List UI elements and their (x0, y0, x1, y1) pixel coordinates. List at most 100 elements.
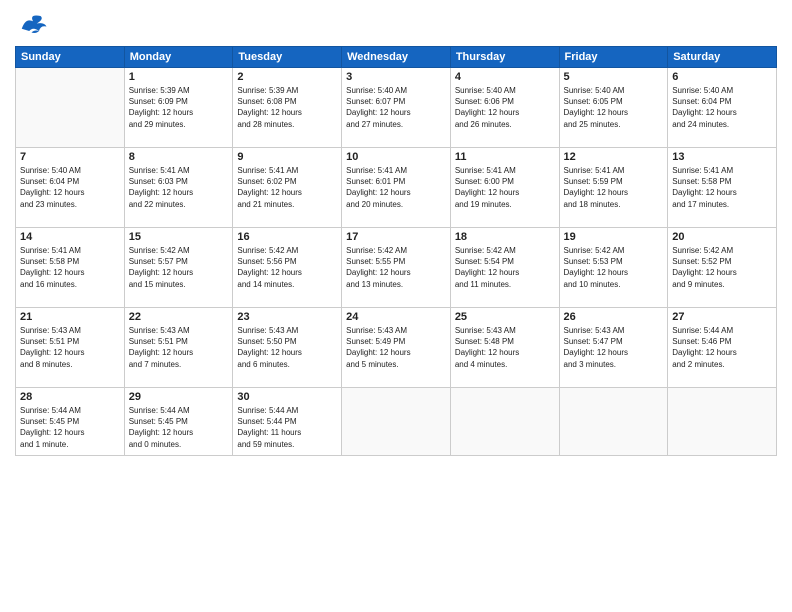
day-info: Sunrise: 5:41 AM Sunset: 6:01 PM Dayligh… (346, 165, 446, 210)
calendar-cell: 30Sunrise: 5:44 AM Sunset: 5:44 PM Dayli… (233, 388, 342, 456)
calendar-cell: 17 Sunrise: 5:42 AM Sunset: 5:55 PM Dayli… (342, 228, 451, 308)
day-info: Sunrise: 5:40 AM Sunset: 6:05 PM Dayligh… (564, 85, 664, 130)
day-info: Sunrise: 5:41 AM Sunset: 5:58 PM Dayligh… (20, 245, 120, 290)
day-number: 28 (20, 391, 120, 403)
day-number: 27 (672, 311, 772, 323)
calendar-cell: 2Sunrise: 5:39 AM Sunset: 6:08 PM Daylig… (233, 68, 342, 148)
day-number: 24 (346, 311, 446, 323)
week-row-3: 14 Sunrise: 5:41 AM Sunset: 5:58 PM Dayli… (16, 228, 777, 308)
day-number: 23 (237, 311, 337, 323)
day-info: Sunrise: 5:39 AM Sunset: 6:09 PM Dayligh… (129, 85, 229, 130)
day-number: 18 (455, 231, 555, 243)
day-number: 12 (564, 151, 664, 163)
logo-bird-icon (18, 10, 48, 40)
calendar-cell: 9 Sunrise: 5:41 AM Sunset: 6:02 PM Daylig… (233, 148, 342, 228)
calendar-cell: 18 Sunrise: 5:42 AM Sunset: 5:54 PM Dayli… (450, 228, 559, 308)
day-info: Sunrise: 5:44 AM Sunset: 5:45 PM Dayligh… (129, 405, 229, 450)
day-info: Sunrise: 5:42 AM Sunset: 5:55 PM Dayligh… (346, 245, 446, 290)
day-info: Sunrise: 5:41 AM Sunset: 5:58 PM Dayligh… (672, 165, 772, 210)
day-info: Sunrise: 5:43 AM Sunset: 5:49 PM Dayligh… (346, 325, 446, 370)
day-number: 14 (20, 231, 120, 243)
day-number: 3 (346, 71, 446, 83)
weekday-header-friday: Friday (559, 47, 668, 68)
day-info: Sunrise: 5:40 AM Sunset: 6:07 PM Dayligh… (346, 85, 446, 130)
calendar-cell: 6Sunrise: 5:40 AM Sunset: 6:04 PM Daylig… (668, 68, 777, 148)
day-info: Sunrise: 5:43 AM Sunset: 5:50 PM Dayligh… (237, 325, 337, 370)
day-number: 5 (564, 71, 664, 83)
calendar-cell: 26 Sunrise: 5:43 AM Sunset: 5:47 PM Dayli… (559, 308, 668, 388)
calendar-cell: 11 Sunrise: 5:41 AM Sunset: 6:00 PM Dayli… (450, 148, 559, 228)
calendar-cell (559, 388, 668, 456)
calendar-cell: 21Sunrise: 5:43 AM Sunset: 5:51 PM Dayli… (16, 308, 125, 388)
page: SundayMondayTuesdayWednesdayThursdayFrid… (0, 0, 792, 612)
day-info: Sunrise: 5:43 AM Sunset: 5:47 PM Dayligh… (564, 325, 664, 370)
day-number: 10 (346, 151, 446, 163)
weekday-header-row: SundayMondayTuesdayWednesdayThursdayFrid… (16, 47, 777, 68)
day-number: 7 (20, 151, 120, 163)
calendar-cell (450, 388, 559, 456)
day-info: Sunrise: 5:41 AM Sunset: 6:00 PM Dayligh… (455, 165, 555, 210)
calendar-cell: 28 Sunrise: 5:44 AM Sunset: 5:45 PM Dayli… (16, 388, 125, 456)
day-info: Sunrise: 5:44 AM Sunset: 5:45 PM Dayligh… (20, 405, 120, 450)
day-info: Sunrise: 5:42 AM Sunset: 5:56 PM Dayligh… (237, 245, 337, 290)
weekday-header-wednesday: Wednesday (342, 47, 451, 68)
calendar-table: SundayMondayTuesdayWednesdayThursdayFrid… (15, 46, 777, 456)
header (15, 10, 777, 40)
weekday-header-thursday: Thursday (450, 47, 559, 68)
day-info: Sunrise: 5:41 AM Sunset: 5:59 PM Dayligh… (564, 165, 664, 210)
day-info: Sunrise: 5:39 AM Sunset: 6:08 PM Dayligh… (237, 85, 337, 130)
day-number: 19 (564, 231, 664, 243)
weekday-header-monday: Monday (124, 47, 233, 68)
calendar-cell (668, 388, 777, 456)
day-number: 8 (129, 151, 229, 163)
day-number: 15 (129, 231, 229, 243)
calendar-cell: 15 Sunrise: 5:42 AM Sunset: 5:57 PM Dayli… (124, 228, 233, 308)
logo (15, 10, 48, 40)
day-number: 17 (346, 231, 446, 243)
calendar-cell: 23 Sunrise: 5:43 AM Sunset: 5:50 PM Dayli… (233, 308, 342, 388)
day-info: Sunrise: 5:40 AM Sunset: 6:04 PM Dayligh… (20, 165, 120, 210)
day-number: 20 (672, 231, 772, 243)
day-info: Sunrise: 5:41 AM Sunset: 6:03 PM Dayligh… (129, 165, 229, 210)
calendar-cell: 16 Sunrise: 5:42 AM Sunset: 5:56 PM Dayli… (233, 228, 342, 308)
day-number: 1 (129, 71, 229, 83)
day-number: 13 (672, 151, 772, 163)
calendar-cell: 22 Sunrise: 5:43 AM Sunset: 5:51 PM Dayli… (124, 308, 233, 388)
day-info: Sunrise: 5:40 AM Sunset: 6:06 PM Dayligh… (455, 85, 555, 130)
day-number: 30 (237, 391, 337, 403)
day-info: Sunrise: 5:43 AM Sunset: 5:51 PM Dayligh… (20, 325, 120, 370)
calendar-cell: 4Sunrise: 5:40 AM Sunset: 6:06 PM Daylig… (450, 68, 559, 148)
calendar-cell (16, 68, 125, 148)
weekday-header-saturday: Saturday (668, 47, 777, 68)
week-row-2: 7 Sunrise: 5:40 AM Sunset: 6:04 PM Daylig… (16, 148, 777, 228)
day-number: 11 (455, 151, 555, 163)
calendar-cell: 20 Sunrise: 5:42 AM Sunset: 5:52 PM Dayli… (668, 228, 777, 308)
day-info: Sunrise: 5:41 AM Sunset: 6:02 PM Dayligh… (237, 165, 337, 210)
day-number: 26 (564, 311, 664, 323)
calendar-cell: 1 Sunrise: 5:39 AM Sunset: 6:09 PM Daylig… (124, 68, 233, 148)
day-number: 16 (237, 231, 337, 243)
day-info: Sunrise: 5:42 AM Sunset: 5:53 PM Dayligh… (564, 245, 664, 290)
calendar-cell: 3 Sunrise: 5:40 AM Sunset: 6:07 PM Daylig… (342, 68, 451, 148)
day-info: Sunrise: 5:42 AM Sunset: 5:54 PM Dayligh… (455, 245, 555, 290)
calendar-cell (342, 388, 451, 456)
calendar-cell: 14 Sunrise: 5:41 AM Sunset: 5:58 PM Dayli… (16, 228, 125, 308)
calendar-cell: 12 Sunrise: 5:41 AM Sunset: 5:59 PM Dayli… (559, 148, 668, 228)
day-info: Sunrise: 5:43 AM Sunset: 5:48 PM Dayligh… (455, 325, 555, 370)
calendar-cell: 10 Sunrise: 5:41 AM Sunset: 6:01 PM Dayli… (342, 148, 451, 228)
day-number: 9 (237, 151, 337, 163)
calendar-cell: 8 Sunrise: 5:41 AM Sunset: 6:03 PM Daylig… (124, 148, 233, 228)
day-number: 29 (129, 391, 229, 403)
weekday-header-sunday: Sunday (16, 47, 125, 68)
calendar-cell: 5 Sunrise: 5:40 AM Sunset: 6:05 PM Daylig… (559, 68, 668, 148)
day-info: Sunrise: 5:42 AM Sunset: 5:52 PM Dayligh… (672, 245, 772, 290)
calendar-cell: 19 Sunrise: 5:42 AM Sunset: 5:53 PM Dayli… (559, 228, 668, 308)
day-number: 6 (672, 71, 772, 83)
week-row-5: 28 Sunrise: 5:44 AM Sunset: 5:45 PM Dayli… (16, 388, 777, 456)
day-number: 25 (455, 311, 555, 323)
day-info: Sunrise: 5:43 AM Sunset: 5:51 PM Dayligh… (129, 325, 229, 370)
day-number: 22 (129, 311, 229, 323)
calendar-cell: 27 Sunrise: 5:44 AM Sunset: 5:46 PM Dayli… (668, 308, 777, 388)
day-info: Sunrise: 5:42 AM Sunset: 5:57 PM Dayligh… (129, 245, 229, 290)
day-info: Sunrise: 5:44 AM Sunset: 5:46 PM Dayligh… (672, 325, 772, 370)
